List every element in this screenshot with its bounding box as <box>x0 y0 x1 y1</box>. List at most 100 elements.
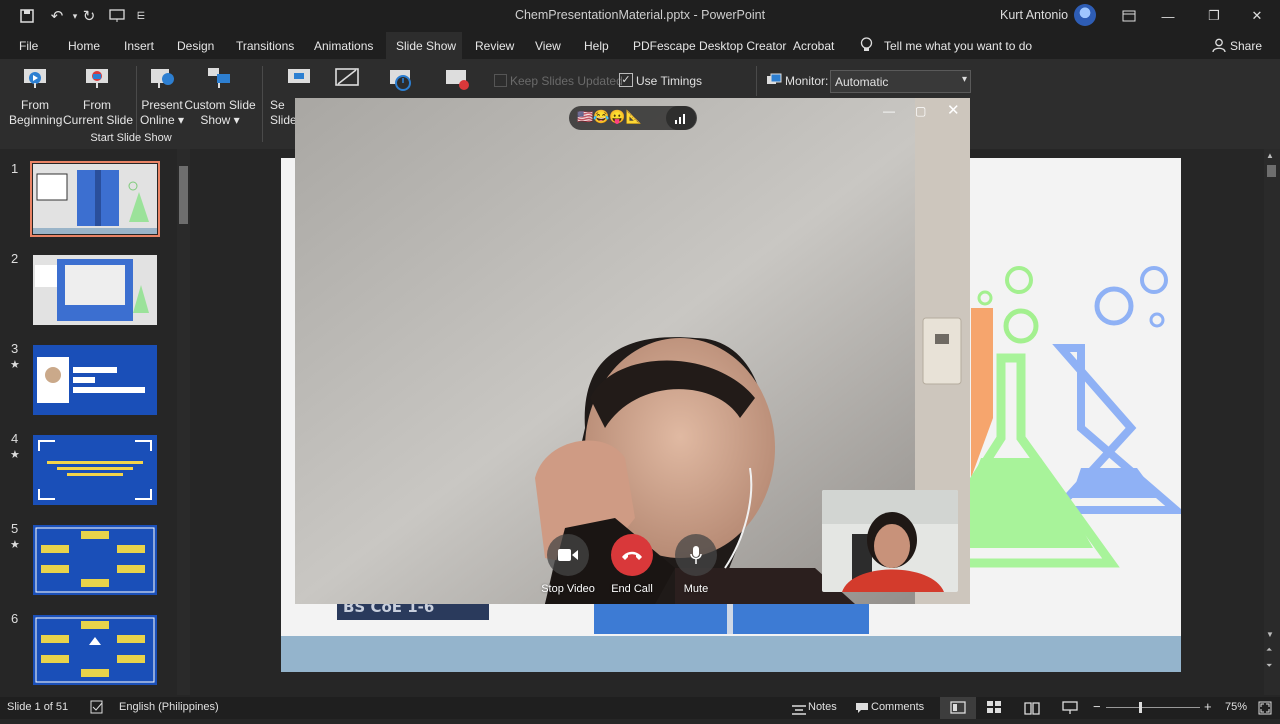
spelling-check-icon[interactable] <box>90 700 104 719</box>
notes-button[interactable]: Notes <box>808 701 837 713</box>
share-button[interactable]: Share <box>1230 39 1262 53</box>
use-timings-checkbox[interactable]: ✓ <box>619 73 633 87</box>
thumbnail-scroll-handle[interactable] <box>179 166 188 224</box>
slide-thumbnail-5[interactable] <box>33 525 157 595</box>
notes-icon <box>792 702 806 720</box>
zoom-slider-thumb[interactable] <box>1139 702 1142 713</box>
animation-star-icon: ★ <box>10 359 20 371</box>
rehearse-timings-icon[interactable] <box>388 68 414 92</box>
from-current-label-2: Current Slide <box>63 113 134 127</box>
slide-thumbnail-3[interactable] <box>33 345 157 415</box>
call-maximize-icon[interactable]: ▢ <box>915 104 926 118</box>
comments-button[interactable]: Comments <box>871 701 924 713</box>
call-close-icon[interactable]: ✕ <box>947 101 960 119</box>
minimize-button[interactable]: — <box>1145 0 1191 32</box>
tab-acrobat[interactable]: Acrobat <box>793 39 834 53</box>
set-up-slide-show-button[interactable]: Se Slide <box>270 98 297 128</box>
tab-view[interactable]: View <box>535 39 561 53</box>
tab-transitions[interactable]: Transitions <box>236 39 294 53</box>
slide-6-preview <box>33 615 157 685</box>
call-minimize-icon[interactable]: — <box>883 104 895 118</box>
slide-thumbnail-1[interactable] <box>30 161 160 237</box>
slide-thumbnail-2[interactable] <box>33 255 157 325</box>
present-online-label-2: Online ▾ <box>139 113 185 127</box>
comments-icon <box>855 701 869 719</box>
microphone-icon <box>690 546 702 564</box>
next-slide-icon[interactable]: ⏷ <box>1266 661 1272 671</box>
normal-view-icon <box>950 701 966 714</box>
language-indicator[interactable]: English (Philippines) <box>119 701 219 713</box>
play-from-current-icon <box>86 69 108 88</box>
slide-number: 1 <box>11 161 19 176</box>
ribbon-divider <box>262 66 263 142</box>
tab-design[interactable]: Design <box>177 39 214 53</box>
slide-thumbnail-4[interactable] <box>33 435 157 505</box>
hang-up-icon <box>622 551 642 560</box>
tab-home[interactable]: Home <box>68 39 100 53</box>
title-bar: ↶ ▾ ↻ ⋿ ChemPresentationMaterial.pptx - … <box>0 0 1280 32</box>
from-beginning-label-2: Beginning <box>9 113 63 127</box>
record-slide-show-icon[interactable] <box>444 68 470 92</box>
tab-slide-show[interactable]: Slide Show <box>396 39 456 53</box>
tab-insert[interactable]: Insert <box>124 39 154 53</box>
tab-file[interactable]: File <box>19 39 38 53</box>
normal-view-button[interactable] <box>940 697 976 719</box>
tell-me-search[interactable]: Tell me what you want to do <box>884 39 1032 53</box>
end-call-button[interactable] <box>611 534 653 576</box>
main-scroll-handle[interactable] <box>1267 165 1276 177</box>
slide-number: 6 <box>11 611 19 626</box>
video-camera-icon <box>558 549 578 561</box>
slide-sorter-icon[interactable] <box>987 701 1003 720</box>
restore-button[interactable]: ❐ <box>1191 0 1237 32</box>
reading-view-icon[interactable] <box>1024 701 1040 720</box>
presentation-icon[interactable] <box>104 6 130 26</box>
present-online-label-1: Present <box>141 98 183 112</box>
zoom-slider-track[interactable] <box>1106 707 1200 708</box>
slide-number: 4 <box>11 431 19 446</box>
save-icon[interactable] <box>14 6 40 26</box>
slide-counter: Slide 1 of 51 <box>7 701 69 713</box>
share-person-icon[interactable] <box>1212 38 1226 57</box>
scroll-down-icon[interactable]: ▼ <box>1266 630 1274 639</box>
stop-video-button[interactable] <box>547 534 589 576</box>
tab-pdfescape[interactable]: PDFescape Desktop Creator <box>633 39 786 53</box>
slide-number: 5 <box>11 521 19 536</box>
main-scrollbar[interactable]: ▲ ▼ ⏶ ⏷ <box>1264 149 1280 695</box>
keep-slides-updated-checkbox[interactable] <box>494 74 507 87</box>
tab-animations[interactable]: Animations <box>314 39 373 53</box>
use-timings-label: Use Timings <box>636 74 703 88</box>
custom-slide-show-button[interactable]: Custom Slide Show ▾ <box>184 98 256 128</box>
mute-button[interactable] <box>675 534 717 576</box>
slide-show-view-icon[interactable] <box>1062 701 1078 720</box>
ribbon-divider <box>756 66 757 96</box>
customize-toolbar-icon[interactable]: ⋿ <box>128 6 154 26</box>
tab-review[interactable]: Review <box>475 39 514 53</box>
monitor-label: Monitor: <box>785 74 829 88</box>
signal-strength-icon[interactable] <box>666 106 696 130</box>
zoom-out-icon[interactable]: − <box>1093 699 1101 714</box>
slide-thumbnail-6[interactable] <box>33 615 157 685</box>
reaction-emojis[interactable]: 🇺🇸😂😛📐 <box>577 109 642 125</box>
monitor-select[interactable]: Automatic ▾ <box>830 70 971 93</box>
zoom-level[interactable]: 75% <box>1225 701 1247 713</box>
slide-5-preview <box>33 525 157 595</box>
slide-4-preview <box>33 435 157 505</box>
animation-star-icon: ★ <box>10 539 20 551</box>
lightbulb-icon <box>860 37 873 58</box>
hide-slide-icon[interactable] <box>334 66 360 90</box>
previous-slide-icon[interactable]: ⏶ <box>1266 645 1272 655</box>
thumbnail-scrollbar[interactable] <box>177 149 190 695</box>
fit-to-window-icon[interactable] <box>1258 701 1272 720</box>
scroll-up-icon[interactable]: ▲ <box>1266 151 1274 160</box>
setup-label-1: Se <box>270 98 285 112</box>
redo-icon[interactable]: ↻ <box>76 6 102 26</box>
zoom-in-icon[interactable]: + <box>1204 699 1212 714</box>
self-video-preview[interactable] <box>822 490 958 592</box>
avatar[interactable] <box>1074 4 1096 26</box>
tab-help[interactable]: Help <box>584 39 609 53</box>
from-current-slide-button[interactable]: From Current Slide <box>63 98 134 128</box>
present-online-button[interactable]: Present Online ▾ <box>139 98 185 128</box>
from-beginning-button[interactable]: From Beginning <box>9 98 63 128</box>
close-button[interactable]: ✕ <box>1234 0 1280 32</box>
user-name[interactable]: Kurt Antonio <box>1000 8 1068 22</box>
